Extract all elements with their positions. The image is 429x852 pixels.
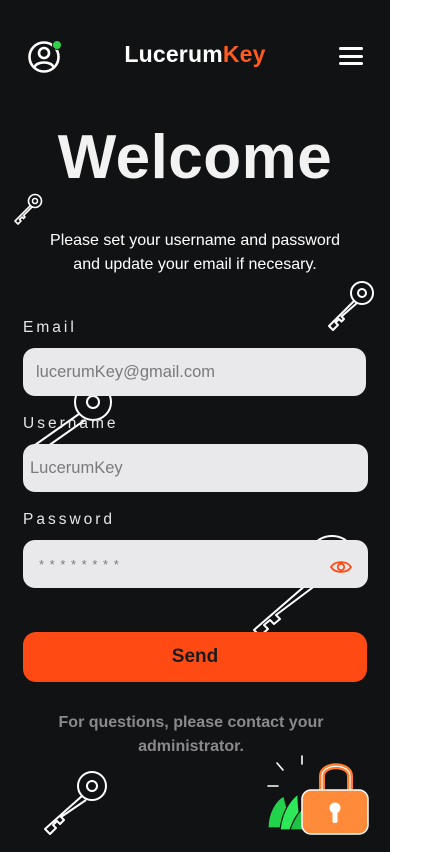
key-decoration-icon [44,771,107,835]
hamburger-menu-line [339,54,363,58]
eye-icon [329,561,353,573]
hamburger-menu-icon [339,47,363,50]
send-button[interactable]: Send [23,632,367,682]
password-label: Password [23,511,116,528]
username-field[interactable] [23,444,368,492]
page-subtitle: Please set your username and password an… [50,232,340,273]
key-decoration-icon [328,281,374,331]
top-bar: LucerumKey [0,36,390,76]
padlock-illustration-icon [267,755,369,835]
brand-logo: LucerumKey [0,41,390,68]
hamburger-menu-line [339,62,363,65]
password-field[interactable] [23,540,368,588]
menu-button[interactable] [339,47,363,65]
email-field[interactable] [23,348,366,396]
brand-name: Lucerum [124,41,223,67]
email-label: Email [23,319,77,336]
app-screen: LucerumKey Welcome Please set your usern… [0,0,390,852]
password-visibility-toggle[interactable] [328,555,354,579]
page-title: Welcome [57,123,333,192]
key-decoration-icon [14,193,43,225]
brand-name-accent: Key [222,41,266,67]
username-label: Username [23,415,119,432]
